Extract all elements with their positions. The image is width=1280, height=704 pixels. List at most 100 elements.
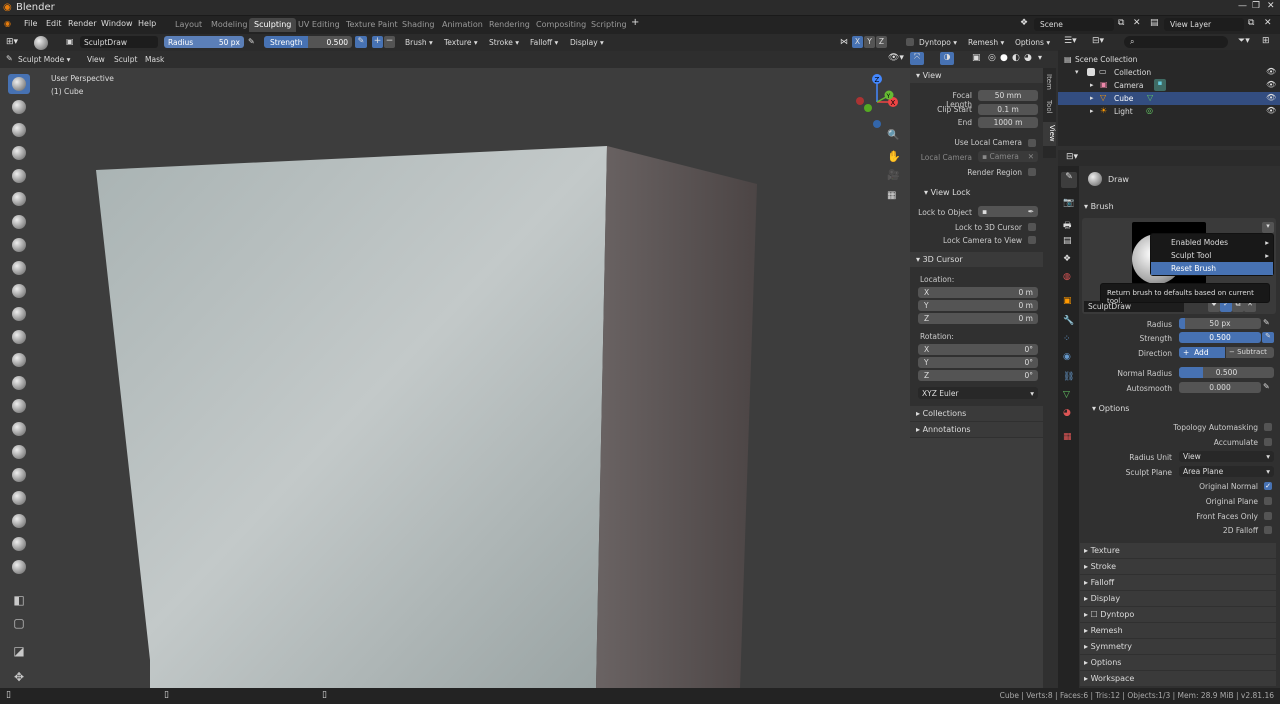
orthographic-toggle-icon[interactable]: ▦	[887, 190, 896, 201]
tool-draw-sharp[interactable]	[8, 97, 30, 117]
radius-pressure-icon[interactable]: ✎	[1263, 318, 1270, 327]
render-tab-icon[interactable]: 📷	[1063, 198, 1074, 208]
stroke-panel-header[interactable]: ▸ Stroke	[1080, 559, 1276, 574]
strength-slider[interactable]: Strength 0.500	[264, 36, 352, 48]
menu-item-sculpt-tool[interactable]: Sculpt Tool ▸	[1151, 249, 1273, 262]
tab-compositing[interactable]: Compositing	[531, 18, 591, 32]
maximize-icon[interactable]: ❐	[1252, 1, 1260, 11]
tab-scripting[interactable]: Scripting	[586, 18, 632, 32]
brush-menu[interactable]: Brush ▾	[405, 38, 433, 47]
cursor-rotation-x-field[interactable]: X 0°	[918, 344, 1038, 355]
scene-field[interactable]: Scene	[1034, 18, 1114, 31]
menu-window[interactable]: Window	[101, 19, 133, 28]
tab-animation[interactable]: Animation	[437, 18, 488, 32]
outliner-scene-collection[interactable]: ▤ Scene Collection	[1058, 53, 1280, 66]
tool-layer[interactable]	[8, 166, 30, 186]
cursor-rotation-z-field[interactable]: Z 0°	[918, 370, 1038, 381]
sculpt-mode-icon[interactable]: ✎	[6, 54, 13, 63]
tool-simplify[interactable]	[8, 534, 30, 554]
direction-add-icon[interactable]: +	[372, 36, 383, 48]
constraints-tab-icon[interactable]: ⛓	[1063, 372, 1074, 382]
scene-icon[interactable]: ❖	[1020, 18, 1028, 28]
editor-type-icon[interactable]: ⊞▾	[6, 37, 18, 47]
clip-end-field[interactable]: 1000 m	[978, 117, 1038, 128]
tool-pinch[interactable]	[8, 350, 30, 370]
collections-panel-header[interactable]: ▸ Collections	[910, 406, 1043, 421]
tool-scrape[interactable]	[8, 327, 30, 347]
modifier-tab-icon[interactable]: 🔧	[1063, 316, 1074, 326]
tool-pose[interactable]	[8, 465, 30, 485]
output-tab-icon[interactable]: 🖶	[1063, 218, 1072, 234]
3d-cursor-panel-header[interactable]: ▾ 3D Cursor	[910, 252, 1043, 267]
mirror-y-toggle[interactable]: Y	[864, 36, 875, 48]
outliner-item-light[interactable]: ▸ ☀ Light ◎ 👁	[1058, 105, 1280, 118]
outliner-item-cube[interactable]: ▸ ▽ Cube ▽ 👁	[1058, 92, 1280, 105]
move-icon[interactable]: ✥	[8, 667, 30, 687]
cursor-location-z-field[interactable]: Z0 m	[918, 313, 1038, 324]
new-collection-icon[interactable]: ⊞	[1262, 36, 1270, 46]
direction-subtract-icon[interactable]: −	[384, 36, 395, 48]
shading-material-icon[interactable]: ◐	[1012, 53, 1020, 63]
use-local-camera-checkbox[interactable]	[1028, 139, 1036, 147]
box-hide-icon[interactable]: ▢	[8, 613, 30, 633]
strength-pressure-icon[interactable]: ✎	[1262, 332, 1274, 343]
autosmooth-slider[interactable]: 0.000	[1179, 382, 1261, 393]
options-subpanel-header[interactable]: ▾ Options	[1092, 404, 1129, 413]
view-layer-field[interactable]: View Layer	[1164, 18, 1244, 31]
particles-tab-icon[interactable]: ⁘	[1063, 334, 1071, 344]
tool-draw[interactable]	[8, 74, 30, 94]
radius-slider[interactable]: 50 px	[1179, 318, 1261, 329]
display-menu[interactable]: Display ▾	[570, 38, 604, 47]
outliner-editor-type-icon[interactable]: ☰▾	[1064, 36, 1077, 46]
local-camera-field[interactable]: ▪ Camera ✕	[978, 151, 1038, 162]
outliner-search-input[interactable]: ⌕	[1124, 36, 1228, 48]
close-icon[interactable]: ✕	[1267, 1, 1275, 11]
focal-length-field[interactable]: 50 mm	[978, 90, 1038, 101]
tool-rotate[interactable]	[8, 511, 30, 531]
brush-browse-icon[interactable]: ▣	[66, 37, 74, 46]
tool-thumb[interactable]	[8, 442, 30, 462]
lock-to-3d-cursor-checkbox[interactable]	[1028, 223, 1036, 231]
texture-panel-header[interactable]: ▸ Texture	[1080, 543, 1276, 558]
eye-icon[interactable]: 👁	[1266, 67, 1276, 76]
menu-file[interactable]: File	[24, 19, 37, 28]
stroke-menu[interactable]: Stroke ▾	[489, 38, 519, 47]
pan-icon[interactable]: ✋	[887, 150, 901, 163]
tool-crease[interactable]	[8, 235, 30, 255]
falloff-menu[interactable]: Falloff ▾	[530, 38, 558, 47]
cursor-location-y-field[interactable]: Y0 m	[918, 300, 1038, 311]
symmetry-panel-header[interactable]: ▸ Symmetry	[1080, 639, 1276, 654]
cursor-rotation-y-field[interactable]: Y 0°	[918, 357, 1038, 368]
xray-toggle-icon[interactable]: ▣	[972, 53, 981, 63]
eye-icon[interactable]: 👁	[1266, 80, 1276, 89]
falloff-panel-header[interactable]: ▸ Falloff	[1080, 575, 1276, 590]
sculpt-plane-dropdown[interactable]: Area Plane ▾	[1179, 466, 1274, 477]
material-tab-icon[interactable]: ◕	[1063, 408, 1071, 418]
tool-tab-icon[interactable]: ✎	[1061, 172, 1077, 188]
symmetry-icon[interactable]: ⋈	[840, 37, 848, 46]
view-panel-header[interactable]: ▾ View	[910, 68, 1043, 83]
tool-blob[interactable]	[8, 212, 30, 232]
tool-clay[interactable]	[8, 120, 30, 140]
workspace-panel-header[interactable]: ▸ Workspace	[1080, 671, 1276, 686]
rotation-mode-dropdown[interactable]: XYZ Euler ▾	[918, 387, 1038, 399]
overlay-toggle-icon[interactable]: ◑	[940, 52, 954, 65]
camera-view-icon[interactable]: 🎥	[887, 170, 899, 181]
box-mask-icon[interactable]: ◧	[8, 590, 30, 610]
scene-tab-icon[interactable]: ❖	[1063, 254, 1071, 264]
delete-scene-icon[interactable]: ✕	[1133, 18, 1141, 28]
new-view-layer-icon[interactable]: ⧉	[1248, 18, 1254, 28]
dyntopo-checkbox[interactable]	[906, 38, 914, 46]
2d-falloff-checkbox[interactable]	[1264, 526, 1272, 534]
options-panel-header[interactable]: ▸ Options	[1080, 655, 1276, 670]
tab-layout[interactable]: Layout	[170, 18, 207, 32]
tab-rendering[interactable]: Rendering	[484, 18, 535, 32]
eyedropper-icon[interactable]: ✒	[1028, 207, 1034, 216]
menu-item-reset-brush[interactable]: Reset Brush	[1151, 262, 1273, 275]
dyntopo-menu[interactable]: Dyntopo ▾	[919, 38, 957, 47]
view-menu[interactable]: View	[87, 55, 105, 64]
direction-subtract-button[interactable]: − Subtract	[1226, 347, 1274, 358]
sidebar-tab-tool[interactable]: Tool	[1045, 100, 1053, 114]
brush-name-field[interactable]: SculptDraw	[80, 36, 158, 48]
topology-automasking-checkbox[interactable]	[1264, 423, 1272, 431]
